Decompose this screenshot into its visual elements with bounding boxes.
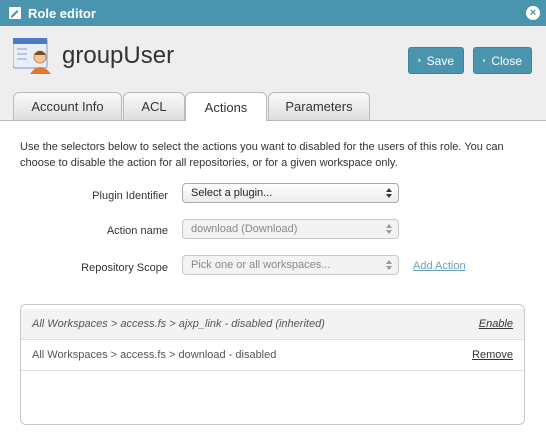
- save-button-label: Save: [426, 53, 454, 68]
- close-button[interactable]: Close: [473, 47, 532, 74]
- disabled-actions-list: All Workspaces > access.fs > ajxp_link -…: [20, 304, 525, 425]
- enable-link[interactable]: Enable: [479, 318, 513, 330]
- list-item-text: All Workspaces > access.fs > download - …: [32, 349, 277, 361]
- list-item: All Workspaces > access.fs > download - …: [21, 340, 524, 371]
- action-name-value: download (Download): [191, 223, 298, 235]
- repository-scope-value: Pick one or all workspaces...: [191, 259, 331, 271]
- user-name: groupUser: [62, 42, 175, 69]
- plugin-identifier-label: Plugin Identifier: [92, 190, 168, 202]
- save-icon: [418, 59, 421, 62]
- remove-link[interactable]: Remove: [472, 349, 513, 361]
- pencil-icon: [9, 7, 21, 19]
- tab-acl[interactable]: ACL: [123, 92, 185, 120]
- plugin-identifier-value: Select a plugin...: [191, 187, 273, 199]
- tab-account-info[interactable]: Account Info: [13, 92, 122, 120]
- tab-parameters[interactable]: Parameters: [268, 92, 370, 120]
- save-button[interactable]: Save: [408, 47, 464, 74]
- actions-description: Use the selectors below to select the ac…: [20, 141, 504, 169]
- list-item-text: All Workspaces > access.fs > ajxp_link -…: [32, 318, 325, 330]
- repository-scope-label: Repository Scope: [81, 262, 168, 274]
- close-button-label: Close: [491, 53, 522, 68]
- close-circle-icon: [483, 59, 486, 62]
- action-name-select[interactable]: download (Download): [182, 219, 399, 239]
- window-title: Role editor: [28, 5, 96, 21]
- tab-actions[interactable]: Actions: [185, 92, 267, 121]
- actions-panel: Use the selectors below to select the ac…: [0, 120, 546, 445]
- plugin-identifier-select[interactable]: Select a plugin...: [182, 183, 399, 203]
- select-arrows-icon: [386, 224, 392, 234]
- user-avatar-icon: [13, 38, 51, 74]
- window-close-icon[interactable]: ×: [526, 6, 540, 20]
- repository-scope-select[interactable]: Pick one or all workspaces...: [182, 255, 399, 275]
- select-arrows-icon: [386, 260, 392, 270]
- select-arrows-icon: [386, 188, 392, 198]
- add-action-link[interactable]: Add Action: [413, 260, 466, 272]
- window-titlebar: Role editor ×: [0, 0, 546, 26]
- list-item: All Workspaces > access.fs > ajxp_link -…: [21, 309, 524, 340]
- action-name-label: Action name: [106, 225, 168, 237]
